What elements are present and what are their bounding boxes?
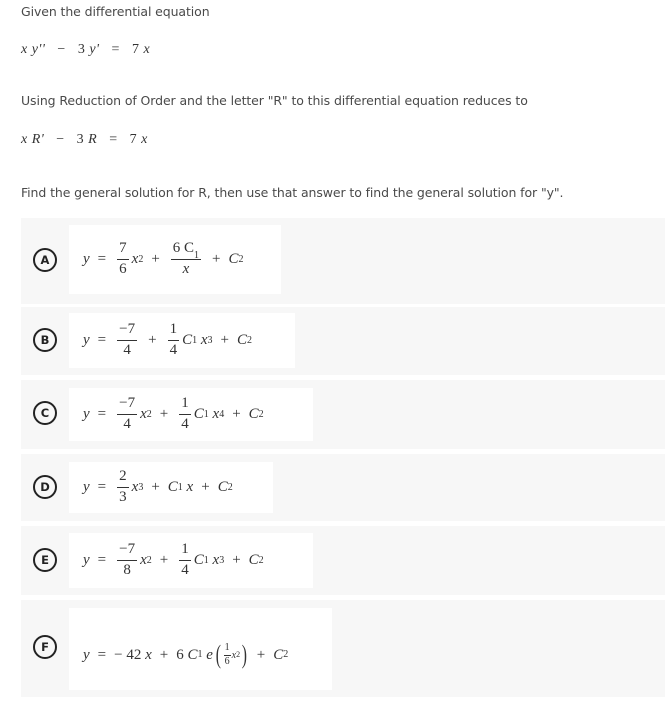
- exponent-group: ( 16x2 ): [215, 640, 247, 669]
- option-equation: y = 76 x2 + 6 C1 x + C2: [69, 225, 281, 294]
- option-equation: y = − 42 x + 6 C1 e ( 16x2 ) + C2: [69, 608, 332, 690]
- reduction-text: Using Reduction of Order and the letter …: [21, 93, 528, 108]
- given-equation: x y'' − 3 y' = 7 x: [21, 42, 150, 58]
- option-letter-badge: C: [33, 401, 57, 425]
- eq-term: x: [21, 42, 28, 57]
- instruction-text: Find the general solution for R, then us…: [21, 185, 564, 200]
- eq-term: y': [89, 42, 100, 57]
- fraction: −7 4: [117, 395, 138, 432]
- fraction: −7 4: [117, 321, 138, 358]
- reduced-equation: x R' − 3 R = 7 x: [21, 132, 148, 148]
- eq-term: 7: [129, 132, 138, 147]
- option-equation: y = −7 4 + 14 C1 x3 + C2: [69, 313, 295, 368]
- eq-term: R: [88, 132, 98, 147]
- fraction: 16: [223, 642, 231, 667]
- eq-term: C: [228, 251, 239, 267]
- eq-op: −: [56, 132, 65, 147]
- eq-term: y'': [31, 42, 46, 57]
- eq-op: +: [212, 251, 221, 267]
- eq-term: x: [141, 132, 148, 147]
- eq-term: 3: [77, 42, 86, 57]
- eq-term: x: [143, 42, 151, 57]
- option-letter-badge: F: [33, 635, 57, 659]
- eq-term: 7: [131, 42, 140, 57]
- eq-term: x: [21, 132, 28, 147]
- option-letter-badge: E: [33, 548, 57, 572]
- option-equation: y = 23 x3 + C1 x + C2: [69, 462, 273, 513]
- fraction: 6 C1 x: [170, 240, 202, 277]
- eq-op: +: [151, 251, 160, 267]
- answer-option-e[interactable]: E y = −7 8 x2 + 14 C1 x3 + C2: [21, 526, 665, 595]
- answer-option-f[interactable]: F y = − 42 x + 6 C1 e ( 16x2 ) + C2: [21, 600, 665, 697]
- fraction: 14: [167, 321, 180, 358]
- eq-op: =: [97, 251, 107, 267]
- answer-option-a[interactable]: A y = 76 x2 + 6 C1 x + C2: [21, 218, 665, 304]
- eq-op: =: [109, 132, 118, 147]
- eq-term: x: [131, 251, 139, 267]
- answer-option-d[interactable]: D y = 23 x3 + C1 x + C2: [21, 454, 665, 521]
- eq-term: R': [31, 132, 45, 147]
- fraction: 14: [179, 541, 191, 578]
- answer-option-b[interactable]: B y = −7 4 + 14 C1 x3 + C2: [21, 307, 665, 375]
- fraction: 23: [117, 468, 129, 505]
- eq-op: =: [111, 42, 120, 57]
- fraction: −7 8: [117, 541, 138, 578]
- option-equation: y = −7 8 x2 + 14 C1 x3 + C2: [69, 533, 313, 588]
- intro-text: Given the differential equation: [21, 4, 210, 19]
- option-letter-badge: D: [33, 475, 57, 499]
- option-letter-badge: B: [33, 328, 57, 352]
- fraction: 14: [179, 395, 191, 432]
- eq-op: −: [57, 42, 66, 57]
- eq-term: 3: [76, 132, 85, 147]
- option-equation: y = −7 4 x2 + 14 C1 x4 + C2: [69, 388, 313, 441]
- fraction: 76: [117, 240, 129, 277]
- option-letter-badge: A: [33, 248, 57, 272]
- answer-option-c[interactable]: C y = −7 4 x2 + 14 C1 x4 + C2: [21, 380, 665, 449]
- eq-term: y: [83, 251, 90, 267]
